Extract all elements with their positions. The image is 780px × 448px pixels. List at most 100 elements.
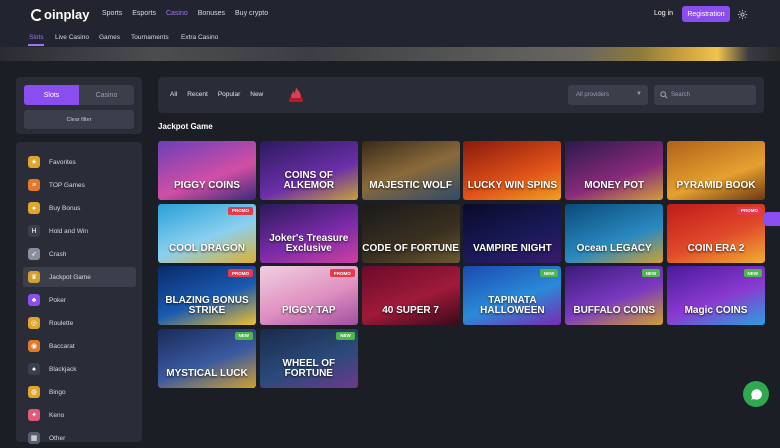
game-card[interactable]: PYRAMID BOOK	[667, 141, 765, 200]
game-card[interactable]: COIN ERA 2 PROMO	[667, 203, 765, 263]
category-item[interactable]: ♛ Jackpot Game	[23, 267, 136, 287]
coins-icon: ●	[28, 202, 40, 214]
nav-esports[interactable]: Esports	[132, 10, 156, 17]
category-label: Crash	[49, 250, 67, 258]
nav-bonuses[interactable]: Bonuses	[198, 10, 225, 17]
game-card[interactable]: TAPINATA HALLOWEEN NEW	[463, 266, 562, 325]
category-item[interactable]: ◍ Bingo	[23, 382, 136, 402]
hot-games-icon[interactable]	[286, 85, 306, 105]
new-badge: NEW	[336, 331, 355, 340]
category-label: Roulette	[49, 319, 74, 327]
new-badge: NEW	[234, 331, 253, 340]
category-item[interactable]: H Hold and Win	[23, 221, 136, 241]
game-title: COOL DRAGON	[169, 242, 245, 254]
category-item[interactable]: ≡ TOP Games	[23, 175, 136, 195]
filter-recent[interactable]: Recent	[187, 91, 208, 98]
category-item[interactable]: ➶ Crash	[23, 244, 136, 264]
filter-all[interactable]: All	[170, 91, 177, 98]
category-item[interactable]: ▦ Other	[23, 428, 136, 448]
new-badge: NEW	[641, 269, 661, 277]
nav-buy-crypto[interactable]: Buy crypto	[235, 10, 268, 17]
burger-icon: ≡	[28, 179, 40, 191]
category-item[interactable]: ★ Favorites	[23, 152, 136, 172]
search-icon	[660, 91, 668, 99]
category-item[interactable]: ◎ Roulette	[23, 313, 136, 333]
keno-icon: ✦	[28, 409, 40, 421]
login-button[interactable]: Log in	[654, 10, 673, 17]
game-title: MYSTICAL LUCK	[166, 367, 248, 379]
main-nav: Sports Esports Casino Bonuses Buy crypto	[102, 10, 278, 17]
game-card[interactable]: Magic COINS NEW	[667, 266, 765, 325]
chevron-down-icon: ▼	[636, 91, 642, 97]
providers-select[interactable]: All providers ▼	[568, 85, 648, 105]
game-card[interactable]: PIGGY COINS	[158, 141, 256, 200]
subnav-live-casino[interactable]: Live Casino	[55, 34, 89, 41]
category-item[interactable]: ◉ Baccarat	[23, 336, 136, 356]
chat-button[interactable]	[743, 381, 769, 407]
tab-slots[interactable]: Slots	[24, 85, 79, 105]
logo[interactable]: oinplay	[31, 7, 90, 22]
filter-popular[interactable]: Popular	[218, 91, 240, 98]
game-title: COINS OF ALKEMOR	[283, 170, 335, 191]
subnav-games[interactable]: Games	[99, 34, 120, 41]
registration-button[interactable]: Registration	[682, 6, 730, 22]
star-icon: ★	[28, 156, 40, 168]
game-title: BUFFALO COINS	[573, 305, 656, 316]
game-card[interactable]: LUCKY WIN SPINS	[463, 141, 562, 200]
category-item[interactable]: ♣ Poker	[23, 290, 136, 310]
chat-icon	[750, 388, 762, 400]
nav-casino[interactable]: Casino	[166, 10, 188, 17]
game-card[interactable]: COOL DRAGON PROMO	[158, 203, 256, 263]
filter-tabs: All Recent Popular New	[170, 91, 273, 98]
category-label: Buy Bonus	[49, 204, 81, 212]
new-badge: NEW	[743, 269, 762, 277]
grid-icon: ▦	[28, 432, 40, 444]
game-card[interactable]: COINS OF ALKEMOR	[259, 141, 358, 200]
subnav-tournaments[interactable]: Tournaments	[131, 34, 169, 41]
search-placeholder: Search	[671, 92, 691, 98]
game-card[interactable]: MONEY POT	[565, 141, 664, 200]
game-title: Magic COINS	[684, 305, 748, 316]
game-card[interactable]: BUFFALO COINS NEW	[565, 266, 664, 325]
game-card[interactable]: Joker's Treasure Exclusive	[259, 203, 358, 263]
subnav-slots[interactable]: Slots	[29, 34, 43, 41]
active-underline	[28, 44, 44, 46]
game-card[interactable]: Ocean LEGACY	[565, 203, 664, 263]
clubs-icon: ♣	[28, 294, 40, 306]
game-title: TAPINATA HALLOWEEN	[480, 295, 545, 316]
game-card[interactable]: 40 SUPER 7	[361, 266, 460, 325]
game-card[interactable]: MYSTICAL LUCK NEW	[158, 328, 256, 388]
game-card[interactable]: VAMPIRE NIGHT	[463, 203, 562, 263]
game-card[interactable]: MAJESTIC WOLF	[361, 141, 460, 200]
game-card[interactable]: PIGGY TAP PROMO	[259, 266, 358, 325]
category-label: Hold and Win	[49, 227, 89, 235]
chip-icon: ◉	[28, 340, 40, 352]
category-item[interactable]: ♠ Blackjack	[23, 359, 136, 379]
game-title: BLAZING BONUS STRIKE	[165, 295, 249, 316]
type-tabs: Slots Casino Clear filter	[16, 77, 142, 134]
top-bar: oinplay Sports Esports Casino Bonuses Bu…	[0, 0, 780, 29]
tab-casino[interactable]: Casino	[79, 85, 134, 105]
category-item[interactable]: ● Buy Bonus	[23, 198, 136, 218]
filter-new[interactable]: New	[250, 91, 263, 98]
category-item[interactable]: ✦ Keno	[23, 405, 136, 425]
clear-filter-button[interactable]: Clear filter	[24, 110, 134, 129]
game-card[interactable]: BLAZING BONUS STRIKE PROMO	[158, 266, 256, 325]
game-card[interactable]: WHEEL OF FORTUNE NEW	[259, 328, 358, 388]
category-label: Bingo	[49, 388, 66, 396]
promo-side-tab[interactable]	[764, 212, 780, 226]
h-icon: H	[28, 225, 40, 237]
game-card[interactable]: CODE OF FORTUNE	[361, 203, 460, 263]
category-label: Favorites	[49, 158, 76, 166]
nav-sports[interactable]: Sports	[102, 10, 122, 17]
game-title: MAJESTIC WOLF	[369, 180, 452, 191]
search-input[interactable]: Search	[654, 85, 756, 105]
gear-icon[interactable]	[737, 9, 748, 20]
section-title: Jackpot Game	[158, 122, 213, 131]
promo-badge: PROMO	[736, 206, 762, 215]
logo-c-icon	[31, 8, 43, 21]
game-title: MONEY POT	[584, 180, 645, 191]
filter-bar: All Recent Popular New All providers ▼ S…	[158, 77, 764, 113]
category-label: Other	[49, 434, 66, 442]
subnav-extra-casino[interactable]: Extra Casino	[181, 34, 218, 41]
